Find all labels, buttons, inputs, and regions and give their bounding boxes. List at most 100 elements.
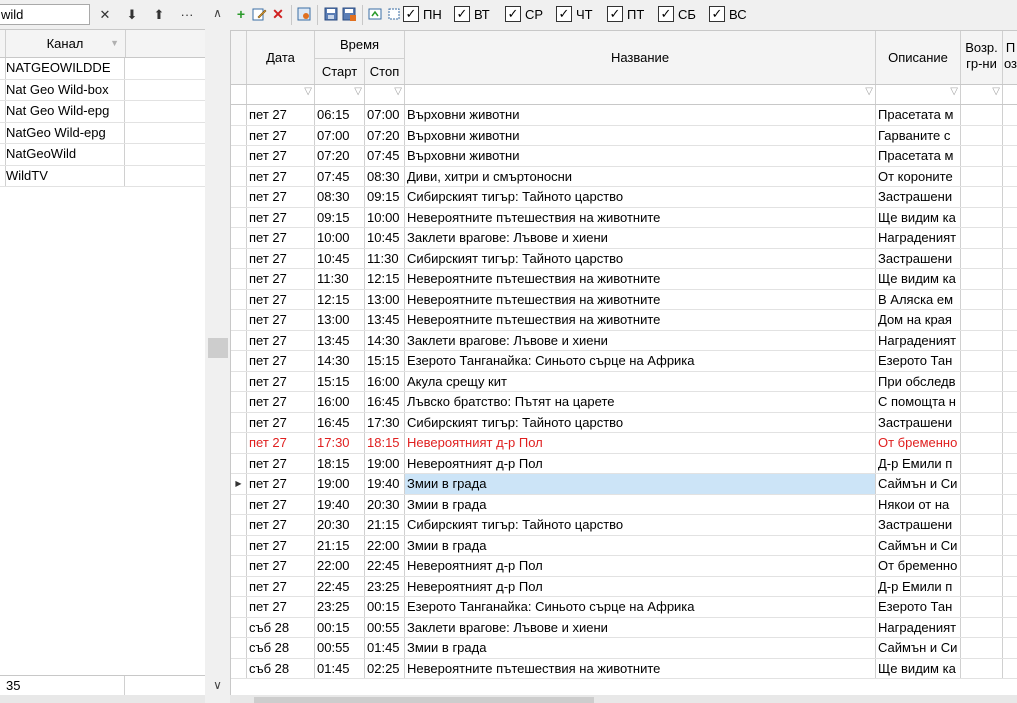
date-cell[interactable]: пет 27	[247, 289, 315, 309]
description-cell[interactable]: Езерото Тан	[876, 597, 961, 617]
age-filter[interactable]: ▽	[961, 85, 1003, 104]
age-cell[interactable]	[961, 187, 1003, 207]
stop-cell[interactable]: 19:40	[365, 474, 405, 494]
date-cell[interactable]: пет 27	[247, 146, 315, 166]
date-cell[interactable]: съб 28	[247, 638, 315, 658]
channel-name[interactable]: NatGeo Wild-epg	[6, 122, 125, 143]
date-cell[interactable]: пет 27	[247, 310, 315, 330]
channel-search-input[interactable]	[0, 5, 85, 23]
age-cell[interactable]	[961, 125, 1003, 145]
date-cell[interactable]: пет 27	[247, 392, 315, 412]
description-cell[interactable]: Саймън и Си	[876, 638, 961, 658]
extra-cell[interactable]	[1003, 618, 1017, 638]
age-cell[interactable]	[961, 269, 1003, 289]
date-cell[interactable]: пет 27	[247, 535, 315, 555]
extra-cell[interactable]	[1003, 249, 1017, 269]
age-cell[interactable]	[961, 474, 1003, 494]
extra-cell[interactable]	[1003, 372, 1017, 392]
extra-column-header[interactable]: П оз	[1003, 31, 1017, 84]
select-all-icon[interactable]	[386, 6, 402, 22]
channel-name[interactable]: Nat Geo Wild-epg	[6, 101, 125, 122]
start-cell[interactable]: 00:15	[315, 617, 365, 637]
date-cell[interactable]: пет 27	[247, 371, 315, 391]
extra-cell[interactable]	[1003, 146, 1017, 166]
table-row[interactable]: съб 28 01:45 02:25 Невероятните пътешествия…	[231, 658, 1017, 679]
description-cell[interactable]: Д-р Емили п	[876, 453, 961, 473]
age-cell[interactable]	[961, 207, 1003, 227]
table-row[interactable]: ▶ пет 27 19:00 19:40 Змии в града Саймън и Си	[231, 474, 1017, 495]
clear-search-icon[interactable]: ✕	[94, 5, 116, 25]
stop-cell[interactable]: 22:45	[365, 556, 405, 576]
start-cell[interactable]: 22:45	[315, 576, 365, 596]
table-row[interactable]: пет 27 16:00 16:45 Лъвско братство: Пътят н…	[231, 392, 1017, 413]
table-row[interactable]: пет 27 19:40 20:30 Змии в града Някои от на	[231, 494, 1017, 515]
extra-cell[interactable]	[1003, 515, 1017, 535]
age-cell[interactable]	[961, 289, 1003, 309]
title-cell[interactable]: Невероятните пътешествия на животните	[405, 207, 876, 227]
stop-cell[interactable]: 17:30	[365, 412, 405, 432]
table-row[interactable]: съб 28 00:15 00:55 Заклети врагове: Лъвове …	[231, 617, 1017, 638]
table-row[interactable]: пет 27 22:45 23:25 Невероятният д-р Пол Д-р …	[231, 576, 1017, 597]
extra-cell[interactable]	[1003, 577, 1017, 597]
age-cell[interactable]	[961, 535, 1003, 555]
description-cell[interactable]: Езерото Тан	[876, 351, 961, 371]
scrollbar-thumb[interactable]	[208, 338, 228, 358]
date-cell[interactable]: пет 27	[247, 166, 315, 186]
stop-cell[interactable]: 00:55	[365, 617, 405, 637]
weekday-checkbox[interactable]: ✓	[505, 6, 521, 22]
title-cell[interactable]: Сибирският тигър: Тайното царство	[405, 515, 876, 535]
title-cell[interactable]: Заклети врагове: Лъвове и хиени	[405, 617, 876, 637]
channel-name[interactable]: NATGEOWILDDE	[6, 58, 125, 79]
stop-cell[interactable]: 11:30	[365, 248, 405, 268]
start-cell[interactable]: 13:00	[315, 310, 365, 330]
channel-row[interactable]: WildTV	[0, 165, 205, 187]
move-down-icon[interactable]: ⬇	[121, 5, 143, 25]
start-cell[interactable]: 00:55	[315, 638, 365, 658]
title-cell[interactable]: Върховни животни	[405, 105, 876, 125]
weekday-checkbox[interactable]: ✓	[556, 6, 572, 22]
channel-vertical-scrollbar[interactable]: ∧ ∨	[205, 0, 230, 703]
table-row[interactable]: пет 27 22:00 22:45 Невероятният д-р Пол От б…	[231, 556, 1017, 577]
description-cell[interactable]: От бременно	[876, 433, 961, 453]
table-row[interactable]: пет 27 07:20 07:45 Върховни животни Прасетат…	[231, 146, 1017, 167]
more-options-icon[interactable]: ···	[176, 5, 198, 25]
title-cell[interactable]: Змии в града	[405, 535, 876, 555]
age-cell[interactable]	[961, 515, 1003, 535]
description-cell[interactable]: Награденият	[876, 617, 961, 637]
title-cell[interactable]: Върховни животни	[405, 125, 876, 145]
description-cell[interactable]: Д-р Емили п	[876, 576, 961, 596]
age-cell[interactable]	[961, 576, 1003, 596]
age-cell[interactable]	[961, 597, 1003, 617]
extra-cell[interactable]	[1003, 269, 1017, 289]
date-cell[interactable]: съб 28	[247, 658, 315, 678]
stop-cell[interactable]: 08:30	[365, 166, 405, 186]
date-cell[interactable]: пет 27	[247, 125, 315, 145]
schedule-horizontal-scrollbar[interactable]	[230, 695, 1017, 703]
table-row[interactable]: пет 27 10:00 10:45 Заклети врагове: Лъвове …	[231, 228, 1017, 249]
channel-name[interactable]: WildTV	[6, 165, 125, 186]
description-filter[interactable]: ▽	[876, 85, 961, 104]
age-cell[interactable]	[961, 166, 1003, 186]
scrollbar-thumb[interactable]	[254, 697, 594, 703]
stop-cell[interactable]: 15:15	[365, 351, 405, 371]
extra-cell[interactable]	[1003, 413, 1017, 433]
start-cell[interactable]: 18:15	[315, 453, 365, 473]
weekday-checkbox[interactable]: ✓	[658, 6, 674, 22]
extra-cell[interactable]	[1003, 597, 1017, 617]
description-cell[interactable]: При обследв	[876, 371, 961, 391]
title-cell[interactable]: Змии в града	[405, 474, 876, 494]
stop-cell[interactable]: 16:00	[365, 371, 405, 391]
add-icon[interactable]: +	[233, 6, 249, 22]
title-cell[interactable]: Сибирският тигър: Тайното царство	[405, 412, 876, 432]
extra-cell[interactable]	[1003, 638, 1017, 658]
table-row[interactable]: пет 27 18:15 19:00 Невероятният д-р Пол Д-р …	[231, 453, 1017, 474]
start-cell[interactable]: 19:40	[315, 494, 365, 514]
start-cell[interactable]: 07:00	[315, 125, 365, 145]
extra-cell[interactable]	[1003, 290, 1017, 310]
extra-cell[interactable]	[1003, 228, 1017, 248]
stop-cell[interactable]: 02:25	[365, 658, 405, 678]
start-cell[interactable]: 23:25	[315, 597, 365, 617]
description-cell[interactable]: Ще видим ка	[876, 269, 961, 289]
date-cell[interactable]: съб 28	[247, 617, 315, 637]
title-cell[interactable]: Змии в града	[405, 638, 876, 658]
